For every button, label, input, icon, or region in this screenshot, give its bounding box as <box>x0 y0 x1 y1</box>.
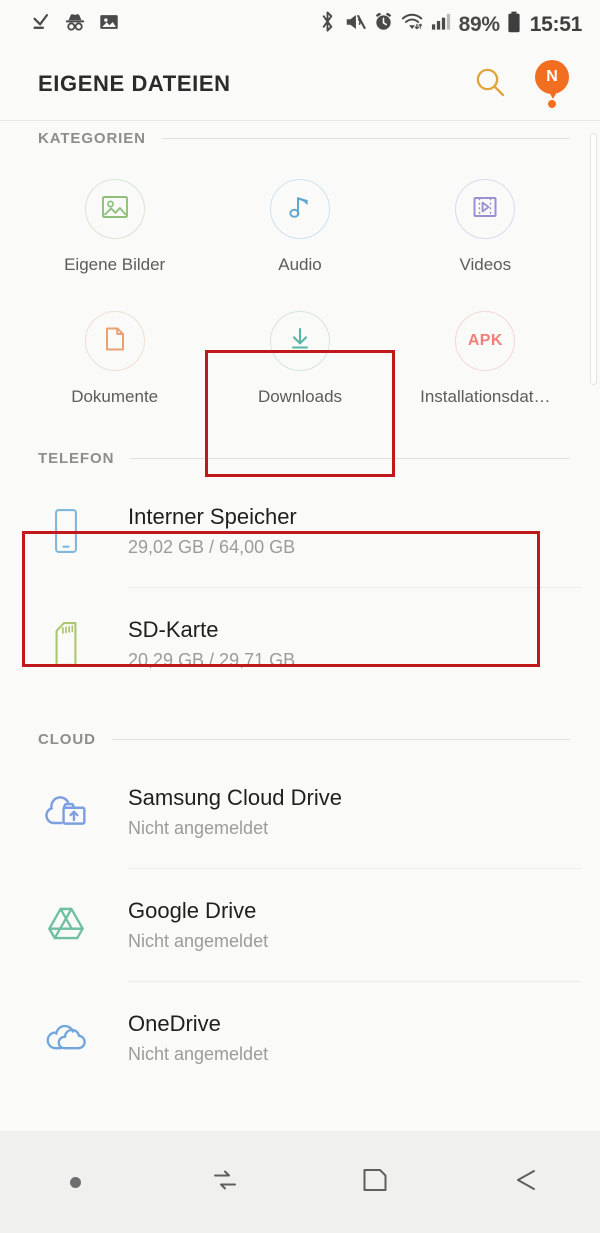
cloud-item-title: Samsung Cloud Drive <box>128 784 342 810</box>
cloud-item-subtitle: Nicht angemeldet <box>128 818 269 839</box>
category-label: Installationsdat… <box>420 387 551 406</box>
vertical-scrollbar[interactable] <box>590 133 597 385</box>
status-bar: 89% 15:51 <box>0 0 600 48</box>
recents-button[interactable] <box>150 1131 300 1233</box>
section-label-cloud: CLOUD <box>38 730 96 748</box>
storage-item-subtitle: 29,02 GB / 64,00 GB <box>128 537 296 558</box>
apk-icon: APK <box>467 332 503 349</box>
page-title: EIGENE DATEIEN <box>38 71 231 96</box>
cloud-item-text: Samsung Cloud Drive Nicht angemeldet <box>128 784 342 840</box>
section-rule <box>161 137 570 139</box>
cloud-item-title: OneDrive <box>128 1010 221 1036</box>
sd-card-icon <box>38 621 94 667</box>
cloud-item-onedrive[interactable]: OneDrive Nicht angemeldet <box>0 982 600 1094</box>
document-icon <box>100 324 130 359</box>
nav-dot-button[interactable] <box>0 1131 150 1233</box>
category-eigene-bilder[interactable]: Eigene Bilder <box>22 155 207 287</box>
mute-icon <box>344 11 366 38</box>
search-button[interactable] <box>470 64 510 104</box>
search-icon <box>473 65 507 104</box>
cloud-item-title: Google Drive <box>128 897 257 923</box>
category-videos[interactable]: Videos <box>393 155 578 287</box>
section-header-phone: TELEFON <box>0 441 600 475</box>
avatar: N <box>535 60 569 94</box>
section-label-phone: TELEFON <box>38 449 115 467</box>
nav-dot-icon <box>69 1176 81 1188</box>
category-installationsdateien[interactable]: APK Installationsdat… <box>393 287 578 419</box>
category-label: Audio <box>278 255 322 274</box>
category-audio[interactable]: Audio <box>207 155 392 287</box>
app-bar: EIGENE DATEIEN N <box>0 48 600 120</box>
google-drive-icon <box>38 905 94 945</box>
cloud-item-google-drive[interactable]: Google Drive Nicht angemeldet <box>0 869 600 981</box>
avatar-badge-dot <box>548 100 556 108</box>
alarm-icon <box>373 11 394 37</box>
category-label: Eigene Bilder <box>64 255 166 274</box>
battery-percent-label: 89% <box>458 12 500 36</box>
bluetooth-icon <box>318 10 337 38</box>
phone-icon <box>38 508 94 554</box>
category-label: Videos <box>459 255 512 274</box>
status-bar-left-icons <box>30 11 120 38</box>
home-button[interactable] <box>300 1131 450 1233</box>
category-icon-circle <box>269 179 330 239</box>
category-dokumente[interactable]: Dokumente <box>22 287 207 419</box>
category-downloads[interactable]: Downloads <box>207 287 392 419</box>
video-icon <box>470 192 500 227</box>
storage-item-title: Interner Speicher <box>128 503 297 529</box>
storage-item-interner-speicher[interactable]: Interner Speicher 29,02 GB / 64,00 GB <box>0 475 600 587</box>
cloud-item-text: OneDrive Nicht angemeldet <box>128 1010 268 1066</box>
onedrive-icon <box>38 1019 94 1057</box>
incognito-icon <box>63 11 87 38</box>
download-complete-icon <box>30 11 52 38</box>
content-area: KATEGORIEN Eigene Bilder Audio Videos Do… <box>0 121 600 1132</box>
category-label: Downloads <box>257 387 343 406</box>
storage-item-text: Interner Speicher 29,02 GB / 64,00 GB <box>128 503 297 559</box>
download-icon <box>285 324 315 359</box>
section-header-cloud: CLOUD <box>0 722 600 756</box>
cloud-item-subtitle: Nicht angemeldet <box>128 1044 269 1065</box>
storage-item-subtitle: 20,29 GB / 29,71 GB <box>128 650 296 671</box>
battery-icon <box>507 11 521 38</box>
app-bar-actions: N <box>470 60 576 108</box>
phone-storage-list: Interner Speicher 29,02 GB / 64,00 GB SD… <box>0 475 600 700</box>
wifi-icon <box>401 11 424 37</box>
back-icon <box>508 1163 542 1202</box>
categories-grid: Eigene Bilder Audio Videos Dokumente Dow… <box>0 155 600 419</box>
section-rule <box>111 738 570 740</box>
screenshot-icon <box>98 11 120 38</box>
music-note-icon <box>285 192 315 227</box>
category-label: Dokumente <box>71 387 159 406</box>
category-icon-circle <box>455 179 516 239</box>
clock-label: 15:51 <box>529 12 583 36</box>
home-icon <box>358 1163 392 1202</box>
system-navigation-bar <box>0 1131 600 1233</box>
storage-item-title: SD-Karte <box>128 616 219 642</box>
back-button[interactable] <box>450 1131 600 1233</box>
signal-icon <box>431 11 452 37</box>
storage-item-sd-karte[interactable]: SD-Karte 20,29 GB / 29,71 GB <box>0 588 600 700</box>
cloud-item-samsung-cloud-drive[interactable]: Samsung Cloud Drive Nicht angemeldet <box>0 756 600 868</box>
category-icon-circle <box>269 311 330 371</box>
section-header-categories: KATEGORIEN <box>0 121 600 155</box>
image-icon <box>100 192 130 227</box>
category-icon-circle <box>84 179 145 239</box>
storage-item-text: SD-Karte 20,29 GB / 29,71 GB <box>128 616 295 672</box>
samsung-cloud-icon <box>38 792 94 832</box>
section-label-categories: KATEGORIEN <box>38 129 146 147</box>
status-bar-right-icons: 89% 15:51 <box>318 10 582 38</box>
account-avatar-button[interactable]: N <box>532 60 576 108</box>
section-rule <box>130 457 570 459</box>
category-icon-circle <box>84 311 145 371</box>
cloud-item-subtitle: Nicht angemeldet <box>128 931 269 952</box>
recents-icon <box>208 1163 242 1202</box>
cloud-item-text: Google Drive Nicht angemeldet <box>128 897 268 953</box>
category-icon-circle: APK <box>455 311 516 371</box>
cloud-list: Samsung Cloud Drive Nicht angemeldet Goo… <box>0 756 600 1094</box>
